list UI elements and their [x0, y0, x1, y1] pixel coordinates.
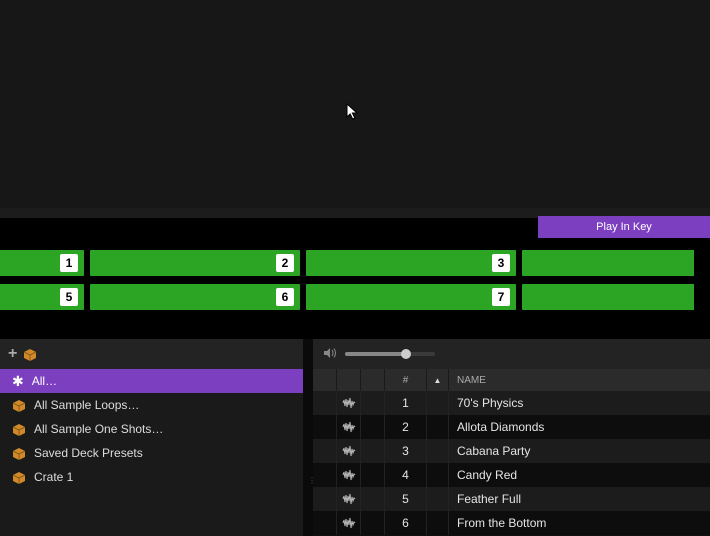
- library-item-label: All Sample One Shots…: [34, 422, 163, 436]
- crate-icon: [23, 347, 37, 361]
- add-crate-button[interactable]: +: [8, 346, 17, 362]
- crate-icon: [12, 446, 26, 460]
- waveform-icon: [337, 415, 361, 439]
- table-row[interactable]: 1 70's Physics: [313, 391, 710, 415]
- library-item-label: All…: [32, 374, 57, 388]
- waveform-icon: [337, 463, 361, 487]
- preview-stage: [0, 0, 710, 208]
- library-item[interactable]: Crate 1: [0, 465, 303, 489]
- pad-number: 7: [492, 288, 510, 306]
- table-row[interactable]: 6 From the Bottom: [313, 511, 710, 535]
- row-number: 6: [385, 511, 427, 535]
- row-number: 2: [385, 415, 427, 439]
- preview-volume-slider[interactable]: [345, 352, 435, 356]
- row-name: Cabana Party: [449, 444, 710, 458]
- volume-icon[interactable]: [323, 347, 337, 362]
- pad-number: 6: [276, 288, 294, 306]
- pad-number: 1: [60, 254, 78, 272]
- sort-indicator-icon[interactable]: ▲: [427, 369, 449, 391]
- browser-rows: 1 70's Physics 2 Allota Diamonds 3 Cabana Par…: [313, 391, 710, 536]
- library-item-label: Saved Deck Presets: [34, 446, 143, 460]
- sample-pad-6[interactable]: 6: [90, 284, 300, 310]
- row-name: Feather Full: [449, 492, 710, 506]
- column-name[interactable]: NAME: [449, 369, 710, 391]
- drag-handle-icon: ⋮: [308, 479, 314, 483]
- library-item[interactable]: All Sample One Shots…: [0, 417, 303, 441]
- table-row[interactable]: 5 Feather Full: [313, 487, 710, 511]
- library-item-label: Crate 1: [34, 470, 73, 484]
- play-in-key-button[interactable]: Play In Key: [538, 216, 710, 238]
- sample-pad-3[interactable]: 3: [306, 250, 516, 276]
- row-name: 70's Physics: [449, 396, 710, 410]
- sample-pad-5[interactable]: 5: [0, 284, 84, 310]
- row-name: Candy Red: [449, 468, 710, 482]
- waveform-icon: [337, 391, 361, 415]
- library-item[interactable]: Saved Deck Presets: [0, 441, 303, 465]
- waveform-icon: [337, 511, 361, 535]
- row-name: Allota Diamonds: [449, 420, 710, 434]
- browser-columns: # ▲ NAME: [313, 369, 710, 391]
- row-number: 4: [385, 463, 427, 487]
- library-item-label: All Sample Loops…: [34, 398, 139, 412]
- pad-grid: 1 2 3 5 6 7: [0, 250, 710, 318]
- sample-pad-4[interactable]: [522, 250, 694, 276]
- sample-pad-2[interactable]: 2: [90, 250, 300, 276]
- sample-pad-1[interactable]: 1: [0, 250, 84, 276]
- pad-number: 5: [60, 288, 78, 306]
- table-row[interactable]: 3 Cabana Party: [313, 439, 710, 463]
- library-list: ✱ All… All Sample Loops… All Sample One Sho…: [0, 369, 303, 536]
- column-number[interactable]: #: [385, 369, 427, 391]
- sample-browser: # ▲ NAME 1 70's Physics 2 Allota Diamonds 3 C…: [313, 339, 710, 536]
- library-item[interactable]: ✱ All…: [0, 369, 303, 393]
- star-icon: ✱: [12, 374, 24, 388]
- pad-number: 3: [492, 254, 510, 272]
- table-row[interactable]: 4 Candy Red: [313, 463, 710, 487]
- library-item[interactable]: All Sample Loops…: [0, 393, 303, 417]
- row-name: From the Bottom: [449, 516, 710, 530]
- row-number: 1: [385, 391, 427, 415]
- panel-divider[interactable]: ⋮: [303, 339, 313, 536]
- sample-pad-8[interactable]: [522, 284, 694, 310]
- crate-icon: [12, 398, 26, 412]
- row-number: 5: [385, 487, 427, 511]
- waveform-icon: [337, 487, 361, 511]
- crate-icon: [12, 422, 26, 436]
- waveform-icon: [337, 439, 361, 463]
- table-row[interactable]: 2 Allota Diamonds: [313, 415, 710, 439]
- pad-number: 2: [276, 254, 294, 272]
- crate-icon: [12, 470, 26, 484]
- library-panel: + ✱ All… All Sample Loops… All Sample One S…: [0, 339, 303, 536]
- row-number: 3: [385, 439, 427, 463]
- sample-pad-7[interactable]: 7: [306, 284, 516, 310]
- library-header: +: [0, 339, 303, 369]
- browser-header: [313, 339, 710, 369]
